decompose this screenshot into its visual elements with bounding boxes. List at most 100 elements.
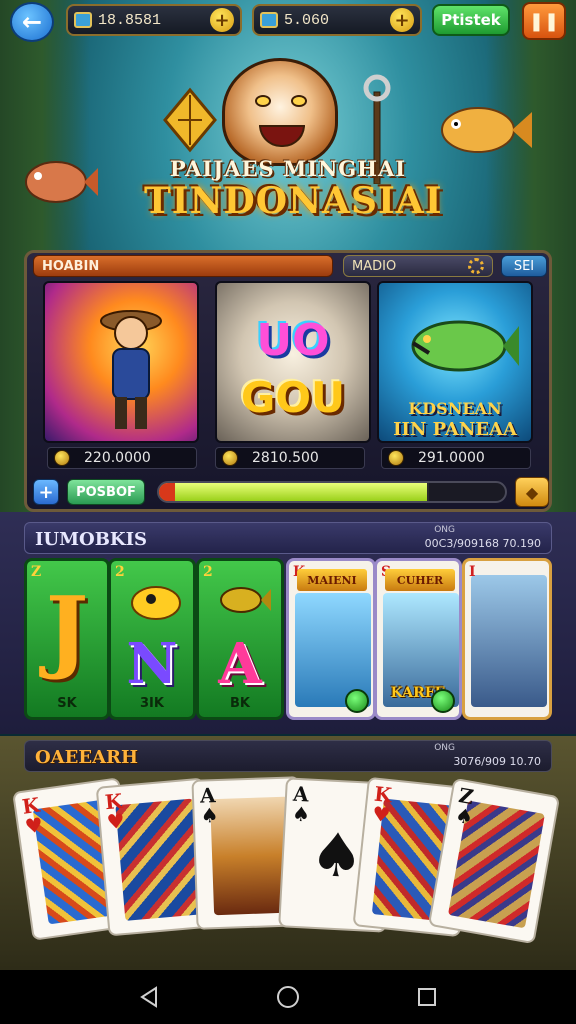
square-recents-icon [417,988,436,1006]
coin-stack-icon [74,12,92,28]
top-bar: ← 18.8581 + 5.060 + Ptistek ❚❚ [0,0,576,44]
mascot-cat [222,58,338,166]
game-tile-uo-gou[interactable]: UO GOU [215,281,371,443]
android-nav-bar [0,970,576,1024]
green-badge-icon [345,689,369,713]
fish-right-icon [441,107,532,153]
slot-card-6-corner: I [469,564,476,580]
green-badge-icon [431,689,455,713]
triangle-back-icon [140,986,158,1008]
adventurer-figure-icon [100,310,162,429]
slot-card-2-corner: 2 [115,564,125,580]
playing-card-2-rank: K ♥ [103,788,126,835]
slot-card-4[interactable]: K MAIENI [286,558,376,720]
treasure-button[interactable]: ◆ [515,477,549,507]
slot-card-4-banner: MAIENI [297,569,367,591]
spade-icon: ♠ [200,803,220,828]
add-currency-1-button[interactable]: + [210,8,234,32]
game-tile-3-caption-1: KDSNEAN [408,399,502,418]
nav-home-button[interactable] [268,977,308,1017]
mascot-mouth [259,125,305,147]
mascot-eye-left [255,95,271,107]
back-button[interactable]: ← [10,2,54,42]
game-tile-hero[interactable] [43,281,199,443]
payout-3: 291.0000 [381,447,531,469]
currency-counter-1: 18.8581 + [66,4,242,36]
add-currency-2-button[interactable]: + [390,8,414,32]
card-art [115,798,204,921]
playing-card-1-rank: K ♥ [20,792,45,839]
panel-controls: + POSBOF ◆ [27,477,549,509]
slot-section-title: IUMOBKIS [35,529,147,550]
slot-card-2-glyph: N [126,631,178,697]
progress-bar-fill [159,483,429,501]
currency-1-value: 18.8581 [98,11,162,29]
slot-card-1-glyph: J [45,577,89,683]
slot-card-5[interactable]: S CUHER KARFE [374,558,462,720]
progress-bar-cap [159,483,175,501]
playing-card-3-rank: A ♠ [199,783,220,828]
coin-icon [388,450,404,466]
green-action-button[interactable]: Ptistek [432,4,510,36]
slot-card-3-glyph: A [218,631,262,697]
pos-button[interactable]: POSBOF [67,479,145,505]
pause-icon: ❚❚ [528,10,560,32]
payout-2: 2810.500 [215,447,365,469]
payout-2-value: 2810.500 [252,450,319,466]
currency-counter-2: 5.060 + [252,4,422,36]
game-tile-2-line2: GOU [240,373,346,422]
game-tile-fishing[interactable]: KDSNEAN IIN PANEAA [377,281,533,443]
slot-section-meta: 00C3/909168 70.190 [424,537,541,550]
gear-icon [468,258,484,274]
arrow-left-icon: ← [21,8,43,36]
slot-card-6[interactable]: I [462,558,552,720]
slot-card-1-label: SK [57,696,77,711]
game-panel: HOABIN MADIO SEI UO GOU KDSNEAN IIN PANE… [24,250,552,512]
heart-icon: ♥ [371,801,392,828]
bass-fish-icon [411,320,519,372]
slot-card-3[interactable]: 2 A BK [196,558,284,720]
nav-recents-button[interactable] [407,977,447,1017]
heart-icon: ♥ [23,812,45,839]
slot-card-5-banner: CUHER [385,569,455,591]
hero-subtitle: PAIJAES MINGHAI [169,156,407,181]
game-tile-3-caption-2: IIN PANEAA [393,419,517,440]
slot-card-3-label: BK [230,696,250,711]
tab-hoabin[interactable]: HOABIN [33,255,333,277]
spade-icon: ♠ [291,801,311,827]
fish-icon [220,587,271,613]
tab-madio-label: MADIO [352,258,397,274]
currency-2-value: 5.060 [284,11,330,29]
card-section-header: OAEEARH ONG 3076/909 10.70 [24,740,552,772]
hero-title: TINDONASIAI [144,180,443,222]
slot-section-small: ONG [434,525,455,535]
slot-section: IUMOBKIS ONG 00C3/909168 70.190 Z J SK 2… [0,512,576,734]
payout-1-value: 220.0000 [84,450,151,466]
progress-bar [157,481,507,503]
add-button[interactable]: + [33,479,59,505]
nav-back-button[interactable] [129,977,169,1017]
slot-card-2-label: 3IK [140,696,164,711]
slot-section-header: IUMOBKIS ONG 00C3/909168 70.190 [24,522,552,554]
payout-3-value: 291.0000 [418,450,485,466]
gem-icon [260,12,278,28]
fish-tail-icon [163,87,217,153]
payout-1: 220.0000 [47,447,197,469]
card-section-title: OAEEARH [35,747,139,768]
heart-icon: ♥ [105,808,126,835]
slot-card-2[interactable]: 2 N 3IK [108,558,196,720]
tab-madio[interactable]: MADIO [343,255,493,277]
game-tile-2-line1: UO [256,315,330,366]
tab-sei[interactable]: SEI [501,255,547,277]
card-section-small: ONG [434,743,455,753]
golden-helmet-icon [131,586,181,620]
playing-card-4-rank: A ♠ [291,781,311,827]
pause-button[interactable]: ❚❚ [522,2,566,40]
coin-icon [222,450,238,466]
fish-left-icon [25,161,98,203]
hero-banner: PAIJAES MINGHAI TINDONASIAI [0,44,576,250]
circle-home-icon [276,986,299,1008]
card-section-meta: 3076/909 10.70 [453,755,541,768]
slot-card-1[interactable]: Z J SK [24,558,110,720]
adventurer-art [471,575,547,707]
